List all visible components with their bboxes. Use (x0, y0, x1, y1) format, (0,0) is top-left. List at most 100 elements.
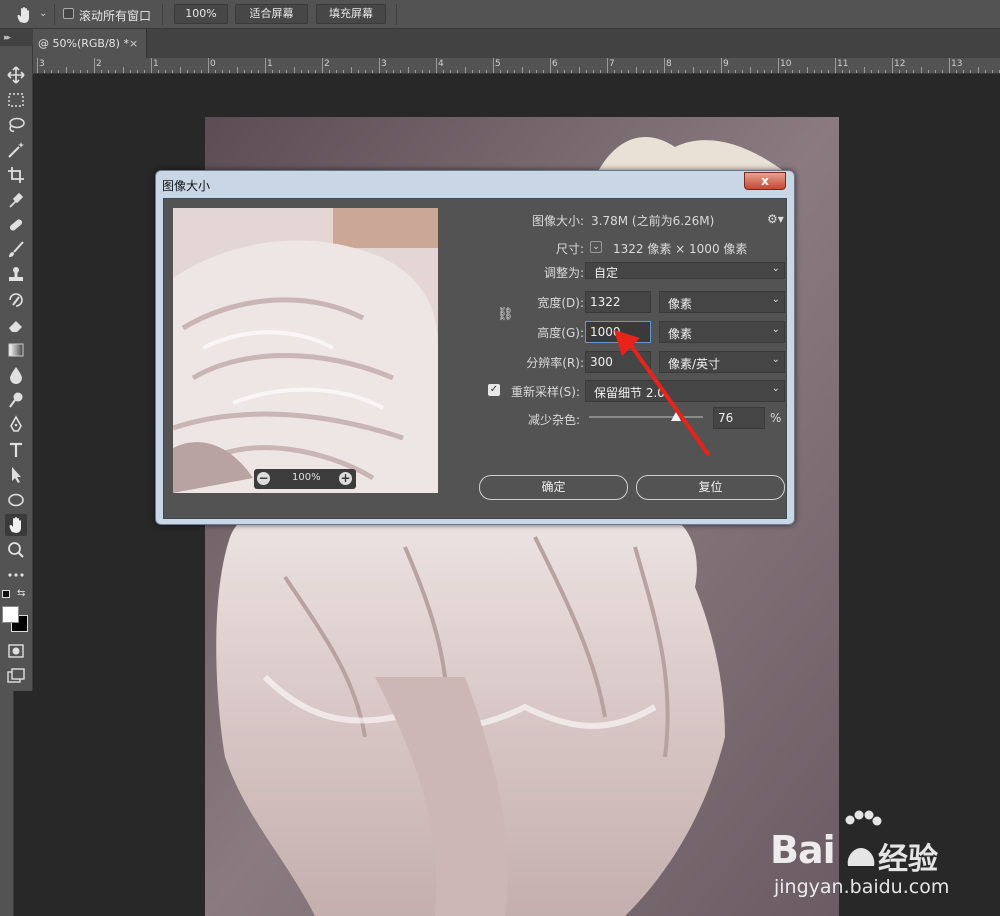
width-input[interactable]: 1322 (585, 291, 651, 313)
ruler-tick (94, 58, 95, 73)
document-tab-label: @ 50%(RGB/8) * (38, 37, 129, 50)
quick-mask-button[interactable] (5, 640, 27, 662)
ruler-tick (685, 70, 687, 73)
reduce-noise-input[interactable]: 76 (713, 407, 765, 429)
dialog-close-button[interactable]: x (744, 172, 786, 190)
type-tool[interactable] (5, 439, 27, 461)
more-tools[interactable] (5, 564, 27, 586)
image-preview[interactable]: − 100% + (173, 208, 438, 493)
screen-mode-button[interactable] (5, 665, 27, 687)
gradient-icon (8, 343, 24, 357)
marquee-icon (8, 93, 24, 107)
ruler-tick (179, 67, 181, 73)
ruler-tick (991, 70, 993, 73)
brush-tool[interactable] (5, 239, 27, 261)
ruler-tick (949, 58, 950, 73)
fit-to-label: 调整为: (543, 266, 584, 280)
close-tab-icon[interactable]: × (129, 37, 138, 50)
scroll-all-windows-checkbox[interactable] (63, 8, 74, 19)
ruler-tick (307, 70, 309, 73)
ruler-label: 10 (780, 59, 792, 69)
ruler-tick (756, 70, 758, 73)
pen-tool[interactable] (5, 414, 27, 436)
ruler-tick (200, 70, 202, 73)
dimensions-unit-dropdown[interactable]: ⌄ (590, 241, 602, 253)
chevron-down-icon: ⌄ (771, 383, 780, 394)
healing-brush-tool[interactable] (5, 214, 27, 236)
width-unit-select[interactable]: 像素 ⌄ (659, 291, 785, 313)
brush-icon (9, 241, 24, 257)
ruler-tick (571, 70, 573, 73)
reset-button[interactable]: 复位 (636, 475, 785, 500)
healing-brush-icon (9, 219, 23, 231)
ruler-tick (400, 70, 402, 73)
default-colors-icon[interactable] (2, 590, 10, 598)
screen-mode-icon (7, 668, 25, 683)
clone-stamp-tool[interactable] (5, 264, 27, 286)
ruler-tick (186, 70, 188, 73)
resolution-label: 分辨率(R): (526, 356, 584, 370)
width-unit-value: 像素 (668, 297, 693, 311)
dodge-tool[interactable] (5, 389, 27, 411)
ruler-tick (706, 70, 708, 73)
ruler-tick (208, 58, 209, 73)
gear-icon[interactable]: ⚙▾ (767, 212, 784, 226)
ruler-tick (963, 70, 965, 73)
zoom-in-button[interactable]: + (339, 472, 352, 485)
hand-tool[interactable] (5, 514, 27, 536)
ruler-tick (393, 70, 395, 73)
ruler-tick (37, 58, 38, 73)
constrain-proportions-link-icon[interactable]: ⛓ (497, 307, 514, 322)
ruler-tick (956, 70, 958, 73)
fill-screen-button[interactable]: 填充屏幕 (316, 4, 386, 24)
foreground-color-swatch[interactable] (2, 606, 19, 623)
fit-screen-button[interactable]: 适合屏幕 (235, 4, 308, 24)
ok-button[interactable]: 确定 (479, 475, 628, 500)
dodge-icon (9, 392, 23, 408)
ruler-label: 1 (267, 59, 273, 69)
ruler-tick (293, 67, 295, 73)
hand-icon[interactable] (14, 5, 34, 25)
tool-preset-chevron-icon[interactable]: ⌄ (39, 8, 47, 19)
zoom-out-button[interactable]: − (257, 472, 270, 485)
ruler-tick (607, 58, 608, 73)
ruler-tick (65, 67, 67, 73)
tools-panel: ⇆ (0, 46, 33, 691)
eyedropper-tool[interactable] (5, 189, 27, 211)
divider (54, 4, 55, 25)
pen-icon (10, 415, 22, 432)
ellipse-tool[interactable] (5, 489, 27, 511)
ruler-tick (165, 70, 167, 73)
zoom-100-button[interactable]: 100% (174, 4, 228, 24)
ruler-tick (443, 70, 445, 73)
quick-mask-icon (8, 644, 24, 658)
collapse-panel-icon[interactable]: ▸▸ (4, 33, 11, 43)
history-brush-tool[interactable] (5, 289, 27, 311)
resample-label: 重新采样(S): (510, 385, 580, 399)
crop-tool[interactable] (5, 164, 27, 186)
ruler-tick (172, 70, 174, 73)
blur-tool[interactable] (5, 364, 27, 386)
magic-wand-tool[interactable] (5, 139, 27, 161)
swap-colors-icon[interactable]: ⇆ (17, 588, 25, 599)
gradient-tool[interactable] (5, 339, 27, 361)
ruler-tick (984, 70, 986, 73)
ruler-tick (664, 58, 665, 73)
zoom-icon (8, 542, 24, 558)
move-tool[interactable] (5, 64, 27, 86)
zoom-tool[interactable] (5, 539, 27, 561)
fit-to-select[interactable]: 自定 ⌄ (585, 262, 785, 280)
path-selection-tool[interactable] (5, 464, 27, 486)
ruler-tick (371, 70, 373, 73)
eraser-tool[interactable] (5, 314, 27, 336)
ruler-tick (236, 67, 238, 73)
ruler-tick (343, 70, 345, 73)
ruler-tick (614, 70, 616, 73)
ruler-label: 3 (39, 59, 45, 69)
ruler-tick (557, 70, 559, 73)
marquee-tool[interactable] (5, 89, 27, 111)
divider (396, 4, 397, 25)
lasso-tool[interactable] (5, 114, 27, 136)
ruler-tick (806, 67, 808, 73)
ruler-tick (678, 70, 680, 73)
